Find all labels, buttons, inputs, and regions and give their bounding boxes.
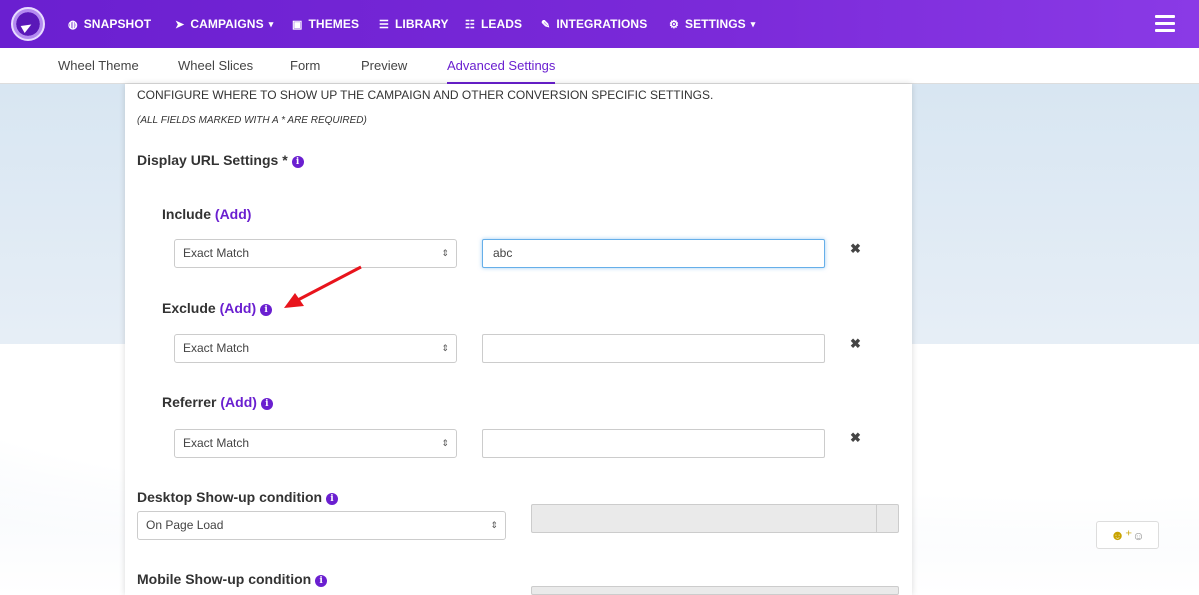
input-addon (876, 505, 898, 532)
image-icon: ▣ (292, 18, 303, 31)
exclude-remove-icon[interactable]: ✖ (850, 336, 861, 352)
subtab-bar: Wheel Theme Wheel Slices Form Preview Ad… (0, 48, 1199, 84)
display-url-title-text: Display URL Settings * (137, 152, 288, 168)
exclude-match-select[interactable]: Exact Match ⇕ (174, 334, 457, 363)
nav-snapshot-label: SNAPSHOT (83, 17, 152, 31)
include-url-input[interactable]: abc (482, 239, 825, 268)
cogs-icon: ⚙ (669, 18, 679, 31)
nav-leads-label: LEADS (480, 17, 523, 31)
app-logo[interactable] (11, 7, 45, 41)
tab-wheel-theme[interactable]: Wheel Theme (58, 48, 139, 84)
select-arrows-icon: ⇕ (441, 248, 449, 258)
exclude-match-value: Exact Match (183, 341, 250, 355)
mobile-condition-extra-input (531, 586, 899, 595)
referrer-add-link[interactable]: (Add) (220, 394, 257, 410)
referrer-match-select[interactable]: Exact Match ⇕ (174, 429, 457, 458)
include-label: Include (162, 206, 212, 222)
display-url-title: Display URL Settings * i (137, 152, 304, 168)
nav-campaigns-label: CAMPAIGNS (190, 17, 264, 31)
caret-down-icon: ▾ (750, 18, 756, 29)
tab-form[interactable]: Form (290, 48, 320, 84)
nav-campaigns[interactable]: ➤ CAMPAIGNS ▾ (175, 0, 273, 48)
emoji-widget[interactable]: ☻⁺☺ (1096, 521, 1159, 549)
select-arrows-icon: ⇕ (490, 520, 498, 530)
top-navbar: ◍ SNAPSHOT ➤ CAMPAIGNS ▾ ▣ THEMES ☰ LIBR… (0, 0, 1199, 48)
include-heading: Include (Add) (162, 206, 251, 222)
referrer-url-input[interactable] (482, 429, 825, 458)
info-icon[interactable]: i (260, 304, 273, 316)
tab-wheel-slices[interactable]: Wheel Slices (178, 48, 253, 84)
smile-icon: ☺ (1132, 529, 1145, 543)
nav-themes[interactable]: ▣ THEMES (292, 0, 359, 48)
library-icon: ☰ (379, 18, 389, 31)
referrer-remove-icon[interactable]: ✖ (850, 430, 861, 446)
dashboard-icon: ◍ (68, 18, 78, 31)
referrer-match-value: Exact Match (183, 436, 250, 450)
emoji-add-icon: ☻⁺ (1110, 527, 1133, 543)
nav-integrations-label: INTEGRATIONS (556, 17, 648, 31)
panel-description: CONFIGURE WHERE TO SHOW UP THE CAMPAIGN … (137, 88, 714, 102)
desktop-condition-label: Desktop Show-up condition (137, 489, 323, 505)
exclude-label: Exclude (162, 300, 216, 316)
desktop-condition-heading: Desktop Show-up condition i (137, 489, 338, 505)
referrer-label: Referrer (162, 394, 217, 410)
include-match-value: Exact Match (183, 246, 250, 260)
nav-library-label: LIBRARY (394, 17, 449, 31)
required-note: (ALL FIELDS MARKED WITH A * ARE REQUIRED… (137, 115, 367, 126)
mobile-condition-label: Mobile Show-up condition (137, 571, 312, 587)
info-icon[interactable]: i (326, 493, 338, 505)
settings-panel: CONFIGURE WHERE TO SHOW UP THE CAMPAIGN … (125, 84, 912, 595)
caret-down-icon: ▾ (268, 18, 274, 29)
info-icon[interactable]: i (315, 575, 328, 587)
nav-library[interactable]: ☰ LIBRARY (379, 0, 449, 48)
info-icon[interactable]: i (260, 398, 273, 410)
desktop-condition-select[interactable]: On Page Load ⇕ (137, 511, 506, 540)
info-icon[interactable]: i (291, 156, 304, 168)
include-add-link[interactable]: (Add) (215, 206, 252, 222)
select-arrows-icon: ⇕ (441, 343, 449, 353)
nav-settings-label: SETTINGS (684, 17, 746, 31)
nav-integrations[interactable]: ✎ INTEGRATIONS (541, 0, 647, 48)
nav-snapshot[interactable]: ◍ SNAPSHOT (68, 0, 151, 48)
nav-settings[interactable]: ⚙ SETTINGS ▾ (669, 0, 755, 48)
referrer-heading: Referrer (Add) i (162, 394, 273, 410)
tab-advanced-settings[interactable]: Advanced Settings (447, 48, 556, 84)
exclude-url-input[interactable] (482, 334, 825, 363)
list-icon: ☷ (465, 18, 475, 31)
exclude-add-link[interactable]: (Add) (220, 300, 257, 316)
annotation-arrow (284, 265, 362, 308)
select-arrows-icon: ⇕ (441, 438, 449, 448)
tab-preview[interactable]: Preview (361, 48, 407, 84)
menu-icon[interactable] (1155, 15, 1175, 33)
desktop-condition-value: On Page Load (146, 518, 224, 532)
paper-plane-icon: ➤ (175, 18, 185, 31)
nav-leads[interactable]: ☷ LEADS (465, 0, 522, 48)
desktop-condition-extra-input (531, 504, 899, 533)
plug-icon: ✎ (541, 18, 551, 31)
include-remove-icon[interactable]: ✖ (850, 241, 861, 257)
mobile-condition-heading: Mobile Show-up condition i (137, 571, 328, 587)
exclude-heading: Exclude (Add) i (162, 300, 273, 316)
nav-themes-label: THEMES (308, 17, 360, 31)
